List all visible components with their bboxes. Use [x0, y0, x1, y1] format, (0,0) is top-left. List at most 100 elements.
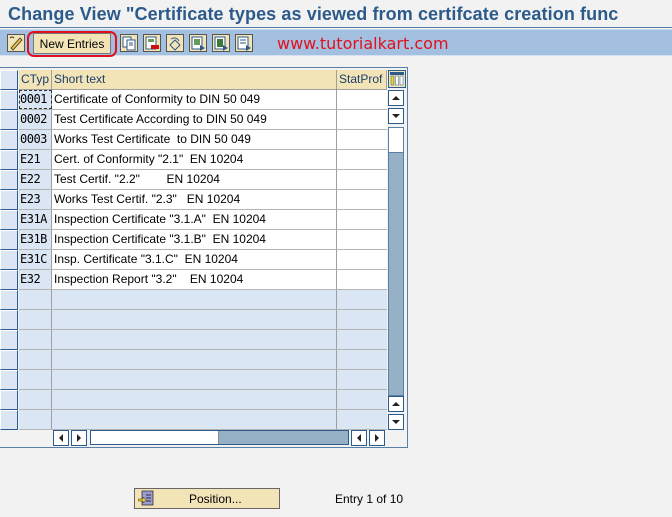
- short-text-cell[interactable]: Test Certificate According to DIN 50 049: [52, 110, 337, 129]
- table-settings-icon[interactable]: [388, 70, 406, 88]
- ctyp-cell[interactable]: E23: [19, 190, 52, 209]
- scroll-page-down-button[interactable]: [388, 414, 404, 430]
- table-row[interactable]: E21 Cert. of Conformity "2.1" EN 10204: [19, 150, 387, 170]
- delete-icon[interactable]: [143, 34, 161, 52]
- empty-table-row[interactable]: [19, 350, 387, 370]
- scroll-page-up-button[interactable]: [388, 396, 404, 412]
- statprof-cell[interactable]: [337, 270, 387, 289]
- select-block-icon[interactable]: [212, 34, 230, 52]
- short-text-cell[interactable]: Test Certif. "2.2" EN 10204: [52, 170, 337, 189]
- horizontal-scroll-thumb[interactable]: [91, 431, 219, 444]
- statprof-cell[interactable]: [337, 230, 387, 249]
- short-text-cell[interactable]: [52, 290, 337, 309]
- row-selector[interactable]: [0, 270, 18, 290]
- table-row[interactable]: E31B Inspection Certificate "3.1.B" EN 10…: [19, 230, 387, 250]
- table-row[interactable]: 0002 Test Certificate According to DIN 50…: [19, 110, 387, 130]
- scroll-right-button[interactable]: [71, 430, 87, 446]
- row-selector[interactable]: [0, 210, 18, 230]
- row-selector[interactable]: [0, 310, 18, 330]
- ctyp-cell[interactable]: 0003: [19, 130, 52, 149]
- table-row[interactable]: 0003 Works Test Certificate to DIN 50 049: [19, 130, 387, 150]
- table-row[interactable]: E32 Inspection Report "3.2" EN 10204: [19, 270, 387, 290]
- table-row[interactable]: E23 Works Test Certif. "2.3" EN 10204: [19, 190, 387, 210]
- short-text-cell[interactable]: Insp. Certificate "3.1.C" EN 10204: [52, 250, 337, 269]
- short-text-cell[interactable]: [52, 310, 337, 329]
- ctyp-cell[interactable]: E32: [19, 270, 52, 289]
- statprof-cell[interactable]: [337, 290, 387, 309]
- short-text-cell[interactable]: Works Test Certif. "2.3" EN 10204: [52, 190, 337, 209]
- row-selector[interactable]: [0, 170, 18, 190]
- ctyp-cell[interactable]: E31C: [19, 250, 52, 269]
- statprof-cell[interactable]: [337, 150, 387, 169]
- row-selector[interactable]: [0, 150, 18, 170]
- ctyp-cell[interactable]: [19, 350, 52, 369]
- ctyp-cell[interactable]: [19, 370, 52, 389]
- vertical-scroll-track[interactable]: [388, 127, 404, 396]
- short-text-cell[interactable]: Inspection Report "3.2" EN 10204: [52, 270, 337, 289]
- horizontal-scrollbar[interactable]: [53, 430, 385, 446]
- table-row[interactable]: 0001 Certificate of Conformity to DIN 50 …: [19, 90, 387, 110]
- row-selector[interactable]: [0, 350, 18, 370]
- vertical-scroll-thumb[interactable]: [389, 128, 403, 153]
- copy-as-icon[interactable]: [120, 34, 138, 52]
- display-change-icon[interactable]: [7, 34, 25, 52]
- row-selector[interactable]: [0, 230, 18, 250]
- ctyp-cell[interactable]: E31A: [19, 210, 52, 229]
- scroll-down-button[interactable]: [388, 108, 404, 124]
- short-text-cell[interactable]: Certificate of Conformity to DIN 50 049: [52, 90, 337, 109]
- new-entries-button[interactable]: New Entries: [33, 33, 111, 54]
- column-header-short-text[interactable]: Short text: [52, 70, 337, 89]
- short-text-cell[interactable]: [52, 370, 337, 389]
- ctyp-cell[interactable]: E31B: [19, 230, 52, 249]
- empty-table-row[interactable]: [19, 290, 387, 310]
- scroll-page-left-button[interactable]: [351, 430, 367, 446]
- short-text-cell[interactable]: [52, 330, 337, 349]
- statprof-cell[interactable]: [337, 90, 387, 109]
- table-row[interactable]: E22 Test Certif. "2.2" EN 10204: [19, 170, 387, 190]
- scroll-left-button[interactable]: [53, 430, 69, 446]
- table-row[interactable]: E31A Inspection Certificate "3.1.A" EN 10…: [19, 210, 387, 230]
- row-selector[interactable]: [0, 130, 18, 150]
- vertical-scrollbar[interactable]: [388, 90, 406, 430]
- row-selector[interactable]: [0, 370, 18, 390]
- empty-table-row[interactable]: [19, 390, 387, 410]
- column-header-statprof[interactable]: StatProf: [337, 70, 387, 89]
- row-selector[interactable]: [0, 330, 18, 350]
- table-row[interactable]: E31C Insp. Certificate "3.1.C" EN 10204: [19, 250, 387, 270]
- statprof-cell[interactable]: [337, 170, 387, 189]
- ctyp-cell[interactable]: [19, 330, 52, 349]
- short-text-cell[interactable]: [52, 350, 337, 369]
- statprof-cell[interactable]: [337, 130, 387, 149]
- statprof-cell[interactable]: [337, 190, 387, 209]
- short-text-cell[interactable]: Inspection Certificate "3.1.B" EN 10204: [52, 230, 337, 249]
- row-selector[interactable]: [0, 410, 18, 430]
- scroll-up-button[interactable]: [388, 90, 404, 106]
- ctyp-cell[interactable]: [19, 290, 52, 309]
- short-text-cell[interactable]: Cert. of Conformity "2.1" EN 10204: [52, 150, 337, 169]
- row-selector[interactable]: [0, 390, 18, 410]
- row-selector[interactable]: [0, 90, 18, 110]
- ctyp-cell[interactable]: [19, 310, 52, 329]
- select-all-icon[interactable]: [189, 34, 207, 52]
- statprof-cell[interactable]: [337, 390, 387, 409]
- statprof-cell[interactable]: [337, 330, 387, 349]
- ctyp-cell[interactable]: [19, 390, 52, 409]
- short-text-cell[interactable]: Inspection Certificate "3.1.A" EN 10204: [52, 210, 337, 229]
- ctyp-cell[interactable]: E21: [19, 150, 52, 169]
- statprof-cell[interactable]: [337, 110, 387, 129]
- ctyp-cell[interactable]: 0001: [19, 90, 52, 109]
- undo-change-icon[interactable]: [166, 34, 184, 52]
- empty-table-row[interactable]: [19, 410, 387, 430]
- short-text-cell[interactable]: Works Test Certificate to DIN 50 049: [52, 130, 337, 149]
- scroll-page-right-button[interactable]: [369, 430, 385, 446]
- horizontal-scroll-track[interactable]: [90, 430, 349, 445]
- row-selector[interactable]: [0, 290, 18, 310]
- ctyp-cell[interactable]: [19, 410, 52, 429]
- row-selector[interactable]: [0, 110, 18, 130]
- ctyp-cell[interactable]: 0002: [19, 110, 52, 129]
- select-all-rows-button[interactable]: [0, 70, 18, 90]
- empty-table-row[interactable]: [19, 310, 387, 330]
- empty-table-row[interactable]: [19, 370, 387, 390]
- statprof-cell[interactable]: [337, 310, 387, 329]
- statprof-cell[interactable]: [337, 250, 387, 269]
